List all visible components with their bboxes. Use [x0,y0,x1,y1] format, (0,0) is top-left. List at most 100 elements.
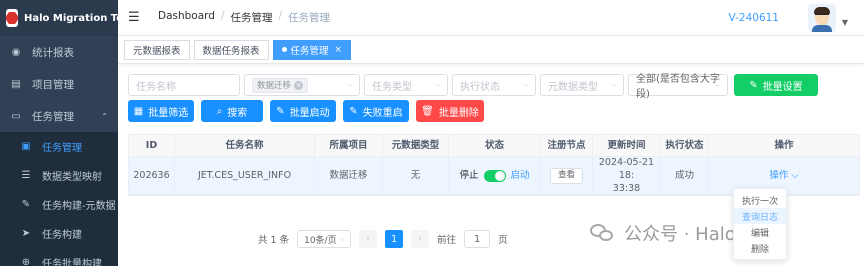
column-header: 更新时间 [593,135,661,156]
task-table: ID 任务名称 所属项目 元数据类型 状态 注册节点 更新时间 执行状态 操作 … [128,134,860,196]
goto-page-input[interactable]: 1 [464,230,491,248]
menu-item-run-once[interactable]: 执行一次 [734,192,786,208]
tab-data-task-report[interactable]: 数据任务报表 [193,39,269,60]
edit-icon: ✎ [349,105,358,117]
breadcrumb-separator: / [278,10,283,22]
avatar[interactable] [808,4,836,32]
breadcrumb-dashboard[interactable]: Dashboard [158,10,215,25]
menu-item-delete[interactable]: 删除 [734,240,786,256]
button-label: 失败重启 [362,107,403,119]
table-header: ID 任务名称 所属项目 元数据类型 状态 注册节点 更新时间 执行状态 操作 [129,135,859,157]
chevron-down-icon: ⌵ [339,234,346,243]
tags-view: 元数据报表 数据任务报表 任务管理 × [118,36,864,64]
cell-meta-type: 无 [383,157,449,194]
chip-close-icon[interactable]: × [294,80,304,90]
project-icon: ▤ [11,78,21,90]
op-label: 操作 [769,170,789,181]
tab-label: 数据任务报表 [202,45,260,57]
column-header: 注册节点 [541,135,593,156]
project-chip: 数据迁移 × [252,77,309,93]
breadcrumb-task-manage[interactable]: 任务管理 [231,10,273,25]
operations-dropdown-trigger[interactable]: 操作 ⌵ [769,169,798,182]
edit-icon: ✎ [749,79,758,91]
active-dot-icon [281,47,287,52]
cell-status: 停止 启动 [449,157,541,194]
sidebar-item-label: 项目管理 [32,78,74,91]
brand[interactable]: Halo Migration Tool [0,0,133,36]
column-header: 任务名称 [175,135,315,156]
match-mode-select[interactable]: 全部(是否包含大字段) ⌵ [628,74,728,100]
file-icon: ▣ [21,141,31,152]
button-label: 批量筛选 [148,107,189,119]
cell-node: 查看 [541,157,593,194]
task-name-input[interactable]: 任务名称 [128,74,240,96]
batch-delete-button[interactable]: 🗑 批量删除 [416,100,484,122]
select-value: 全部(是否包含大字段) [636,74,720,100]
button-label: 搜索 [227,107,248,119]
tab-task-manage[interactable]: 任务管理 × [272,39,352,60]
search-button[interactable]: ⌕ 搜索 [201,100,263,122]
total-count: 共 1 条 [258,235,290,246]
cell-project: 数据迁移 [315,157,383,194]
action-bar: ▦ 批量筛选 ⌕ 搜索 ✎ 批量启动 ✎ 失败重启 🗑 批量删除 [128,100,484,122]
app-logo [6,9,18,27]
task-type-select[interactable]: 任务类型 ⌵ [364,74,448,96]
sidebar-subitem-type-mapping[interactable]: ☰ 数据类型映射 [0,161,118,190]
sidebar-item-label: 任务构建 [42,230,82,241]
batch-filter-button[interactable]: ▦ 批量筛选 [128,100,194,122]
page-size-select[interactable]: 10条/页 ⌵ [297,230,352,248]
column-header: 执行状态 [661,135,709,156]
menu-item-query-log[interactable]: 查询日志 [734,208,786,224]
monitor-icon: ▭ [11,110,21,122]
sidebar-subitem-build-meta[interactable]: ✎ 任务构建-元数据 [0,190,118,219]
hamburger-icon[interactable]: ☰ [128,10,144,25]
select-value: 10条/页 [304,235,337,246]
sidebar-item-label: 任务构建-元数据 [42,201,116,212]
sidebar-subitem-task-manage[interactable]: ▣ 任务管理 [0,132,118,161]
caret-down-icon[interactable]: ▼ [842,18,848,27]
fail-restart-button[interactable]: ✎ 失败重启 [343,100,409,122]
edit-icon: ✎ [21,199,31,210]
breadcrumb-separator: / [220,10,225,22]
close-icon[interactable]: × [335,45,343,55]
exec-status-select[interactable]: 执行状态 ⌵ [452,74,536,96]
breadcrumb-current: 任务管理 [288,12,331,24]
switch-on-label: 启动 [510,170,530,181]
meta-type-select[interactable]: 元数据类型 ⌵ [540,74,624,96]
goto-prefix: 前往 [437,235,457,246]
chevron-down-icon: ⌵ [791,170,799,181]
cell-task-name: JET.CES_USER_INFO [175,157,315,194]
cell-exec-status: 成功 [661,157,709,194]
sidebar-item-projects[interactable]: ▤ 项目管理 [0,68,118,100]
button-label: 批量启动 [289,107,330,119]
sidebar-subitem-batch-build[interactable]: ⊕ 任务批量构建 [0,248,118,266]
column-header: 所属项目 [315,135,383,156]
tab-meta-report[interactable]: 元数据报表 [124,39,190,60]
filter-bar: 任务名称 数据迁移 × ⌵ 任务类型 ⌵ 执行状态 ⌵ 元数据类型 ⌵ 全部(是… [128,74,818,100]
sidebar-item-stats[interactable]: ◉ 统计报表 [0,36,118,68]
column-header: ID [129,135,175,156]
status-toggle[interactable] [483,169,506,182]
batch-start-button[interactable]: ✎ 批量启动 [270,100,336,122]
switch-off-label: 停止 [459,170,479,181]
chevron-down-icon: ⌵ [434,80,441,89]
sidebar-item-label: 统计报表 [32,46,74,59]
search-icon: ⌕ [216,105,223,117]
sidebar-item-label: 任务管理 [32,110,74,123]
batch-settings-button[interactable]: ✎ 批量设置 [734,74,818,96]
next-page-button[interactable]: › [411,230,430,248]
sidebar-item-tasks[interactable]: ▭ 任务管理 ⌃ [0,100,118,132]
button-label: 批量删除 [438,107,479,119]
project-select[interactable]: 数据迁移 × ⌵ [244,74,360,96]
chevron-down-icon: ⌵ [522,80,529,89]
wechat-icon [590,222,616,244]
globe-icon: ⊕ [21,257,31,266]
menu-item-edit[interactable]: 编辑 [734,224,786,240]
edit-icon: ✎ [276,105,285,117]
tab-label: 任务管理 [290,45,329,57]
view-node-button[interactable]: 查看 [549,167,583,184]
sidebar-subitem-build[interactable]: ➤ 任务构建 [0,219,118,248]
page-number-current[interactable]: 1 [385,230,404,248]
chevron-up-icon: ⌃ [101,111,108,121]
prev-page-button[interactable]: ‹ [359,230,378,248]
